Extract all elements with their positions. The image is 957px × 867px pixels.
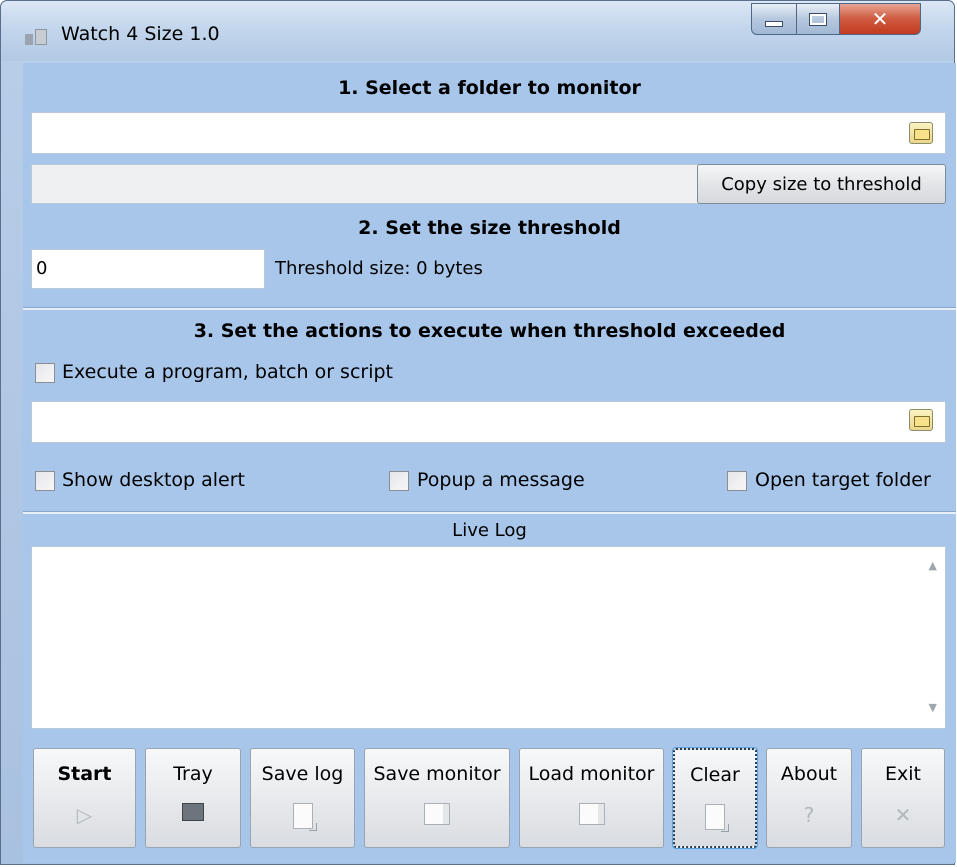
close-icon: ✕	[894, 803, 912, 827]
main-panel: 1. Select a folder to monitor Copy size …	[23, 63, 956, 863]
divider	[23, 511, 956, 514]
play-icon: ▷	[76, 803, 93, 827]
title-bar[interactable]: Watch 4 Size 1.0 ✕	[1, 1, 954, 61]
browse-program-icon[interactable]	[909, 409, 933, 431]
desktop-alert-checkbox[interactable]	[35, 471, 55, 491]
about-button[interactable]: About ?	[766, 748, 852, 848]
divider	[23, 307, 956, 310]
live-log-title: Live Log	[452, 520, 527, 541]
save-log-button[interactable]: Save log	[250, 748, 355, 848]
exit-label: Exit	[885, 763, 921, 785]
load-monitor-label: Load monitor	[528, 763, 655, 785]
minimize-icon	[765, 21, 783, 27]
page-icon	[705, 804, 729, 832]
folder-size-display	[31, 164, 704, 204]
maximize-icon	[809, 12, 827, 26]
section-3-title: 3. Set the actions to execute when thres…	[193, 320, 786, 342]
window-icon	[578, 803, 605, 825]
minimize-button[interactable]	[751, 3, 797, 35]
section-1-title: 1. Select a folder to monitor	[338, 77, 641, 99]
tray-label: Tray	[173, 763, 213, 785]
folder-path-input[interactable]	[31, 112, 946, 154]
browse-folder-icon[interactable]	[909, 122, 933, 144]
threshold-input[interactable]: 0	[31, 249, 265, 289]
save-monitor-label: Save monitor	[373, 763, 501, 785]
copy-size-button[interactable]: Copy size to threshold	[697, 164, 946, 204]
load-monitor-button[interactable]: Load monitor	[519, 748, 664, 848]
close-icon: ✕	[871, 7, 889, 31]
window-title: Watch 4 Size 1.0	[61, 23, 220, 45]
threshold-info: Threshold size: 0 bytes	[275, 258, 483, 279]
clear-button[interactable]: Clear	[672, 747, 758, 849]
start-button[interactable]: Start ▷	[33, 748, 136, 848]
app-window: Watch 4 Size 1.0 ✕ 1. Select a folder to…	[0, 0, 956, 865]
open-folder-checkbox[interactable]	[727, 471, 747, 491]
save-log-label: Save log	[261, 763, 344, 785]
start-label: Start	[57, 763, 112, 785]
question-icon: ?	[803, 803, 815, 827]
open-folder-label: Open target folder	[755, 469, 931, 491]
scroll-up-icon[interactable]: ▲	[929, 559, 937, 572]
scroll-down-icon[interactable]: ▼	[929, 701, 937, 714]
about-label: About	[780, 763, 838, 785]
execute-program-checkbox[interactable]	[35, 363, 55, 383]
maximize-button[interactable]	[796, 3, 840, 35]
page-icon	[292, 803, 317, 831]
window-icon	[424, 803, 450, 825]
live-log-textarea[interactable]: ▲ ▼	[31, 546, 946, 729]
app-icon	[25, 29, 47, 45]
exit-button[interactable]: Exit ✕	[861, 748, 945, 848]
popup-message-checkbox[interactable]	[389, 471, 409, 491]
section-2-title: 2. Set the size threshold	[358, 217, 621, 239]
tray-icon	[182, 803, 204, 821]
save-monitor-button[interactable]: Save monitor	[364, 748, 510, 848]
tray-button[interactable]: Tray	[145, 748, 241, 848]
clear-label: Clear	[690, 764, 740, 786]
popup-message-label: Popup a message	[417, 469, 585, 491]
program-path-input[interactable]	[31, 401, 946, 443]
close-button[interactable]: ✕	[839, 3, 921, 35]
desktop-alert-label: Show desktop alert	[62, 469, 246, 491]
execute-program-label: Execute a program, batch or script	[62, 361, 393, 383]
